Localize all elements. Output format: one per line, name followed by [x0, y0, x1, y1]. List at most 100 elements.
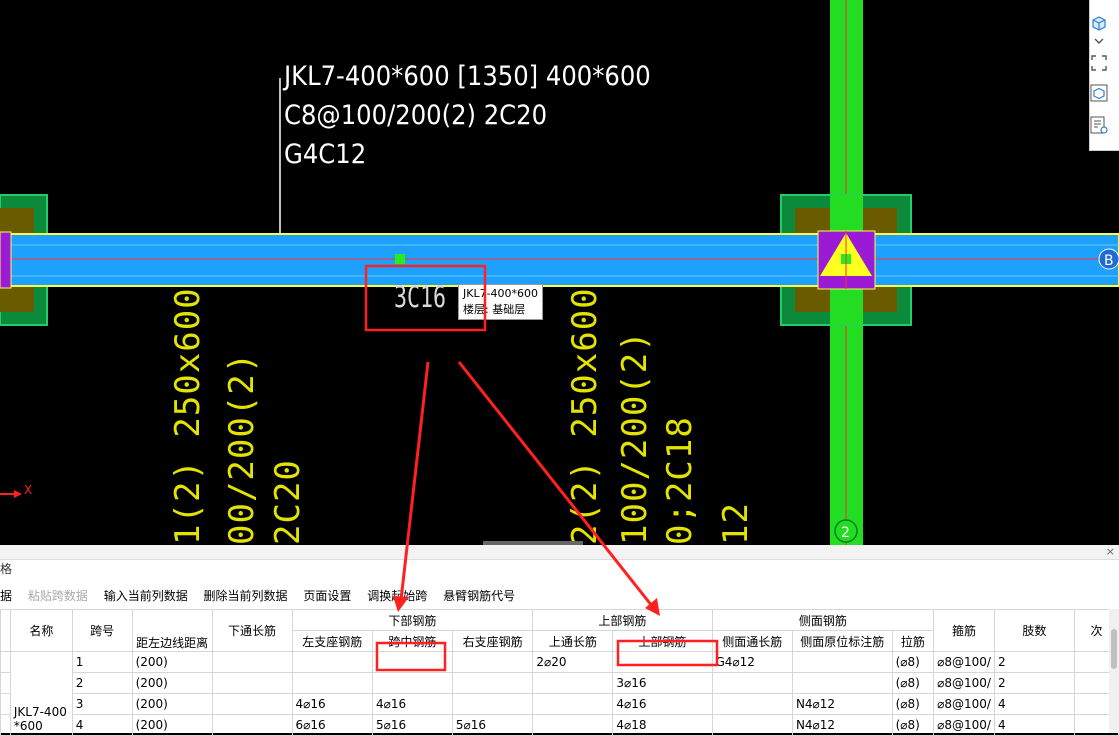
- cell-distance[interactable]: (200): [131, 693, 213, 715]
- left-column[interactable]: [0, 231, 12, 289]
- cell-top-rebar[interactable]: 4⌀18: [612, 714, 713, 736]
- toolbar-copy-data-button[interactable]: 据: [0, 587, 12, 604]
- cell-top-through[interactable]: [532, 672, 614, 694]
- cell-top-rebar[interactable]: 4⌀16: [612, 693, 713, 715]
- cell-tie[interactable]: (⌀8): [891, 672, 935, 694]
- vertical-annotation[interactable]: 00/200(2): [222, 352, 262, 545]
- cell-legs[interactable]: 4: [993, 693, 1075, 715]
- header-name[interactable]: 名称: [9, 609, 73, 652]
- cell-span[interactable]: 3: [71, 693, 133, 715]
- panel-close-button[interactable]: ×: [1106, 545, 1115, 558]
- cad-canvas[interactable]: B 2 3C16 JKL7-400*600 [1350] 400*600 C8@…: [0, 0, 1119, 545]
- bottom-rebar-text[interactable]: 3C16: [394, 280, 446, 314]
- cell-bottom-through[interactable]: [211, 651, 293, 673]
- cell-bottom-mid[interactable]: [371, 651, 453, 673]
- cell-top-rebar[interactable]: 3⌀16: [612, 672, 713, 694]
- cell-side-through[interactable]: G4⌀12: [711, 651, 793, 673]
- cell-side-through[interactable]: [711, 714, 793, 736]
- cell-side-original[interactable]: N4⌀12: [791, 714, 893, 736]
- cell-bottom-left[interactable]: [291, 651, 373, 673]
- horizontal-beam[interactable]: [0, 233, 1119, 287]
- table-scrollbar-thumb[interactable]: [1111, 629, 1117, 669]
- cell-bottom-through[interactable]: [211, 714, 293, 736]
- cell-bottom-right[interactable]: 5⌀16: [451, 714, 534, 736]
- table-scrollbar[interactable]: [1109, 609, 1119, 733]
- properties-list-icon[interactable]: [1090, 116, 1108, 134]
- vertical-annotation[interactable]: 0;2C18: [660, 416, 700, 545]
- vertical-annotation[interactable]: 12: [716, 502, 756, 545]
- cell-legs[interactable]: 4: [993, 714, 1075, 736]
- vertical-annotation[interactable]: 2C20: [268, 459, 308, 545]
- table-row[interactable]: 4 (200) 6⌀16 5⌀16 5⌀16 4⌀18 N4⌀12 (⌀8) ⌀…: [0, 714, 1119, 736]
- header-group-bottom[interactable]: 下部钢筋: [291, 609, 534, 631]
- cell-bottom-mid[interactable]: 4⌀16: [371, 693, 453, 715]
- header-bottom-mid[interactable]: 跨中钢筋: [371, 630, 453, 652]
- cell-top-through[interactable]: [532, 693, 614, 715]
- cell-top-through[interactable]: [532, 714, 614, 736]
- cell-tie[interactable]: (⌀8): [891, 714, 935, 736]
- cell-side-through[interactable]: [711, 672, 793, 694]
- header-top-through[interactable]: 上通长筋: [532, 630, 614, 652]
- beam-label-line1[interactable]: JKL7-400*600 [1350] 400*600: [284, 57, 651, 96]
- cell-stirrup[interactable]: ⌀8@100/: [933, 672, 995, 694]
- cell-bottom-right[interactable]: [451, 693, 534, 715]
- cell-distance[interactable]: (200): [131, 651, 213, 673]
- cell-top-rebar[interactable]: [612, 651, 713, 673]
- toolbar-delete-column-button[interactable]: 删除当前列数据: [204, 587, 288, 604]
- cell-legs[interactable]: 2: [993, 672, 1075, 694]
- cell-side-original[interactable]: N4⌀12: [791, 693, 893, 715]
- cell-span[interactable]: 2: [71, 672, 133, 694]
- fullscreen-icon[interactable]: [1090, 54, 1108, 72]
- header-group-top[interactable]: 上部钢筋: [532, 609, 713, 631]
- beam-name-cell[interactable]: JKL7-400 *600: [9, 651, 73, 736]
- cell-bottom-through[interactable]: [211, 672, 293, 694]
- 3d-box-icon[interactable]: [1090, 84, 1108, 102]
- cell-bottom-mid[interactable]: 5⌀16: [371, 714, 453, 736]
- cell-side-original[interactable]: [791, 672, 893, 694]
- cell-bottom-left[interactable]: 4⌀16: [291, 693, 373, 715]
- beam-label-line2[interactable]: C8@100/200(2) 2C20: [284, 96, 547, 135]
- cell-span[interactable]: 4: [71, 714, 133, 736]
- toolbar-page-setup-button[interactable]: 页面设置: [303, 587, 351, 604]
- header-stirrup[interactable]: 箍筋: [933, 609, 995, 652]
- vertical-annotation[interactable]: 100/200(2): [615, 330, 655, 545]
- table-row[interactable]: 2 (200) 3⌀16 (⌀8) ⌀8@100/ 2: [0, 672, 1119, 694]
- header-span[interactable]: 跨号: [71, 609, 133, 652]
- mid-grip-point[interactable]: [395, 254, 405, 264]
- cube-view-icon[interactable]: [1090, 14, 1108, 32]
- cell-bottom-through[interactable]: [211, 693, 293, 715]
- cell-stirrup[interactable]: ⌀8@100/: [933, 693, 995, 715]
- cell-distance[interactable]: (200): [131, 672, 213, 694]
- header-side-through[interactable]: 侧面通长筋: [711, 630, 793, 652]
- table-row[interactable]: JKL7-400 *600 1 (200) 2⌀20 G4⌀12 (⌀8) ⌀8…: [0, 651, 1119, 736]
- cell-tie[interactable]: (⌀8): [891, 651, 935, 673]
- toolbar-cantilever-code-button[interactable]: 悬臂钢筋代号: [443, 587, 515, 604]
- cell-bottom-left[interactable]: [291, 672, 373, 694]
- header-group-side[interactable]: 侧面钢筋: [711, 609, 935, 631]
- header-bottom-through[interactable]: 下通长筋: [211, 609, 293, 652]
- cell-legs[interactable]: 2: [993, 651, 1075, 673]
- cell-side-original[interactable]: [791, 651, 893, 673]
- vertical-annotation[interactable]: 1(2) 250x600: [168, 287, 208, 545]
- beam-label-line3[interactable]: G4C12: [284, 135, 366, 174]
- chevron-down-icon[interactable]: [1090, 36, 1108, 46]
- toolbar-swap-start-span-button[interactable]: 调换起始跨: [367, 587, 427, 604]
- vertical-annotation[interactable]: 2(2) 250x600: [565, 287, 605, 545]
- header-side-original[interactable]: 侧面原位标注筋: [791, 630, 893, 652]
- header-top-rebar[interactable]: 上部钢筋: [612, 630, 713, 652]
- header-bottom-right[interactable]: 右支座钢筋: [451, 630, 534, 652]
- header-distance[interactable]: 距左边线距离: [131, 609, 213, 652]
- toolbar-input-column-button[interactable]: 输入当前列数据: [104, 587, 188, 604]
- header-tie[interactable]: 拉筋: [891, 630, 935, 652]
- cell-top-through[interactable]: 2⌀20: [532, 651, 614, 673]
- header-bottom-left[interactable]: 左支座钢筋: [291, 630, 373, 652]
- cell-bottom-right[interactable]: [451, 672, 534, 694]
- cell-stirrup[interactable]: ⌀8@100/: [933, 651, 995, 673]
- cell-stirrup[interactable]: ⌀8@100/: [933, 714, 995, 736]
- cell-tie[interactable]: (⌀8): [891, 693, 935, 715]
- cell-distance[interactable]: (200): [131, 714, 213, 736]
- cell-bottom-mid[interactable]: [371, 672, 453, 694]
- toolbar-paste-span-button[interactable]: 粘贴跨数据: [28, 587, 88, 604]
- header-legs[interactable]: 肢数: [993, 609, 1075, 652]
- cell-bottom-right[interactable]: [451, 651, 534, 673]
